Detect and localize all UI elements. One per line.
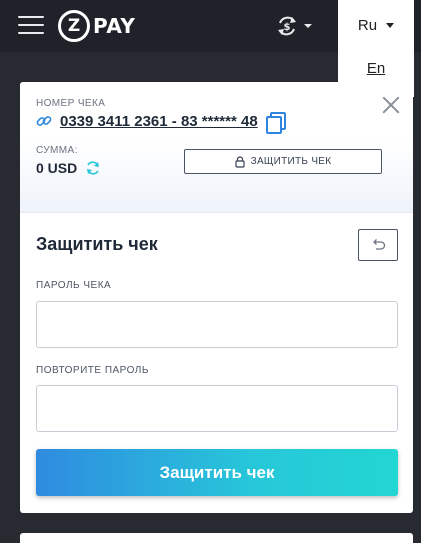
password-label: ПАРОЛЬ ЧЕКА bbox=[36, 280, 112, 291]
language-current: Ru bbox=[357, 16, 378, 34]
copy-icon[interactable] bbox=[265, 112, 286, 134]
language-selector[interactable]: Ru bbox=[338, 0, 414, 50]
chevron-down-icon bbox=[386, 22, 395, 28]
language-option-en[interactable]: En bbox=[338, 60, 414, 77]
svg-text:$: $ bbox=[284, 22, 291, 33]
lock-icon bbox=[235, 155, 245, 168]
form-title: Защитить чек bbox=[36, 234, 158, 254]
zpay-logo[interactable]: Z PAY bbox=[58, 9, 135, 43]
check-number[interactable]: 0339 3411 2361 - 83 ****** 48 bbox=[60, 113, 258, 130]
currency-exchange-icon: $ bbox=[278, 16, 296, 36]
check-info: НОМЕР ЧЕКА 0339 3411 2361 - 83 ****** 48… bbox=[20, 82, 413, 213]
chevron-down-icon bbox=[304, 24, 312, 28]
next-card bbox=[20, 533, 413, 543]
protect-check-label: ЗАЩИТИТЬ ЧЕК bbox=[250, 156, 332, 167]
undo-icon bbox=[373, 239, 386, 250]
protect-check-button[interactable]: ЗАЩИТИТЬ ЧЕК bbox=[184, 149, 382, 174]
check-number-row: 0339 3411 2361 - 83 ****** 48 bbox=[36, 111, 286, 134]
currency-selector[interactable]: $ bbox=[276, 14, 320, 38]
logo-text: PAY bbox=[93, 14, 136, 38]
close-icon[interactable] bbox=[382, 96, 400, 114]
language-dropdown: Ru En bbox=[338, 0, 414, 97]
repeat-password-label: ПОВТОРИТЕ ПАРОЛЬ bbox=[36, 365, 149, 376]
back-button[interactable] bbox=[358, 229, 398, 261]
amount-label: СУММА: bbox=[36, 145, 78, 156]
check-card: НОМЕР ЧЕКА 0339 3411 2361 - 83 ****** 48… bbox=[20, 82, 413, 513]
password-field[interactable] bbox=[36, 301, 398, 348]
amount-row: 0 USD bbox=[36, 160, 101, 176]
link-icon bbox=[36, 116, 52, 126]
amount-value: 0 USD bbox=[36, 160, 78, 176]
refresh-icon[interactable] bbox=[85, 160, 101, 176]
protect-check-submit-button[interactable]: Защитить чек bbox=[36, 449, 398, 496]
menu-icon[interactable] bbox=[18, 14, 44, 36]
check-number-label: НОМЕР ЧЕКА bbox=[36, 98, 106, 109]
repeat-password-field[interactable] bbox=[36, 385, 398, 432]
logo-mark: Z bbox=[58, 10, 90, 42]
